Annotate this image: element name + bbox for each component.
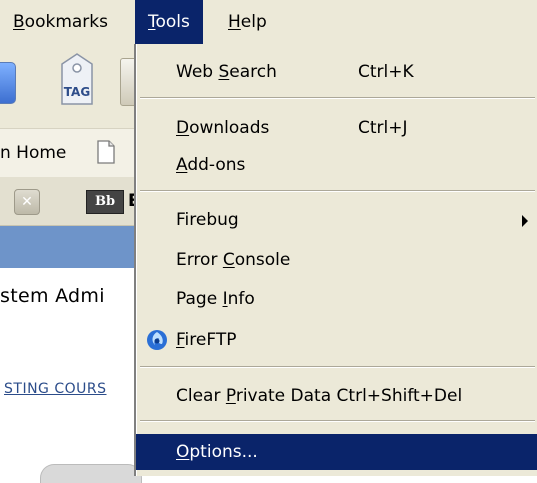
menu-item-label: FireFTP (176, 330, 237, 350)
close-tab-icon[interactable]: ✕ (14, 189, 40, 215)
content-tab[interactable] (40, 464, 142, 483)
courses-link[interactable]: STING COURS (4, 381, 107, 397)
menu-tools-label: ools (155, 12, 190, 32)
tag-icon[interactable]: TAG (54, 52, 100, 108)
menu-bookmarks-mnemonic: B (13, 12, 25, 32)
menu-item-clear-private-data[interactable]: Clear Private Data Ctrl+Shift+Del (136, 378, 537, 414)
menu-item-page-info[interactable]: Page Info (136, 281, 537, 317)
page-icon (97, 140, 115, 164)
menu-item-add-ons[interactable]: Add-ons (136, 147, 537, 183)
menu-item-label: Error Console (176, 250, 291, 270)
tag-icon-label: TAG (64, 85, 90, 99)
menu-help-label: elp (240, 12, 267, 32)
menu-bookmarks[interactable]: Bookmarks (0, 0, 121, 44)
menu-item-label: Clear Private Data Ctrl+Shift+Del (176, 386, 463, 406)
bookmarks-toolbar: n Home (0, 128, 140, 178)
menu-separator (140, 420, 535, 422)
menu-item-web-search[interactable]: Web Search Ctrl+K (136, 54, 537, 90)
bookmark-home[interactable]: n Home (0, 129, 66, 177)
tab-bar: ✕ Bb E (0, 177, 140, 226)
page-content: stem Admi STING COURS (0, 268, 142, 483)
menu-item-label: Firebug (176, 210, 239, 230)
shortcut-label: Ctrl+J (358, 118, 408, 138)
menu-tools[interactable]: Tools (135, 0, 203, 44)
site-header-bar (0, 226, 140, 268)
toolbar-button[interactable] (0, 62, 16, 104)
navigation-toolbar: TAG (0, 44, 144, 128)
menu-separator (140, 190, 535, 192)
menu-item-label: Options... (176, 442, 258, 462)
menu-item-label: Page Info (176, 289, 255, 309)
menu-item-label: Web Search (176, 62, 277, 82)
page-heading: stem Admi (0, 285, 105, 307)
menu-separator (140, 97, 535, 99)
menu-item-error-console[interactable]: Error Console (136, 242, 537, 278)
menu-help-mnemonic: H (228, 12, 241, 32)
fireftp-icon (147, 330, 167, 350)
menu-item-label: Add-ons (176, 155, 246, 175)
menu-item-label: Downloads (176, 118, 270, 138)
menu-item-firebug[interactable]: Firebug (136, 202, 537, 238)
menu-item-downloads[interactable]: Downloads Ctrl+J (136, 110, 537, 146)
menu-tools-mnemonic: T (148, 12, 156, 32)
menu-separator (140, 366, 535, 368)
menu-bar: Bookmarks Tools Help (0, 0, 537, 45)
submenu-arrow-icon (522, 215, 528, 227)
menu-item-fireftp[interactable]: FireFTP (136, 322, 537, 358)
menu-bookmarks-label: ookmarks (24, 12, 108, 32)
menu-help[interactable]: Help (215, 0, 280, 44)
menu-item-options[interactable]: Options... (136, 434, 537, 470)
shortcut-label: Ctrl+K (358, 62, 414, 82)
tools-menu: Web Search Ctrl+K Downloads Ctrl+J Add-o… (134, 44, 537, 476)
blackboard-logo: Bb (86, 190, 124, 214)
